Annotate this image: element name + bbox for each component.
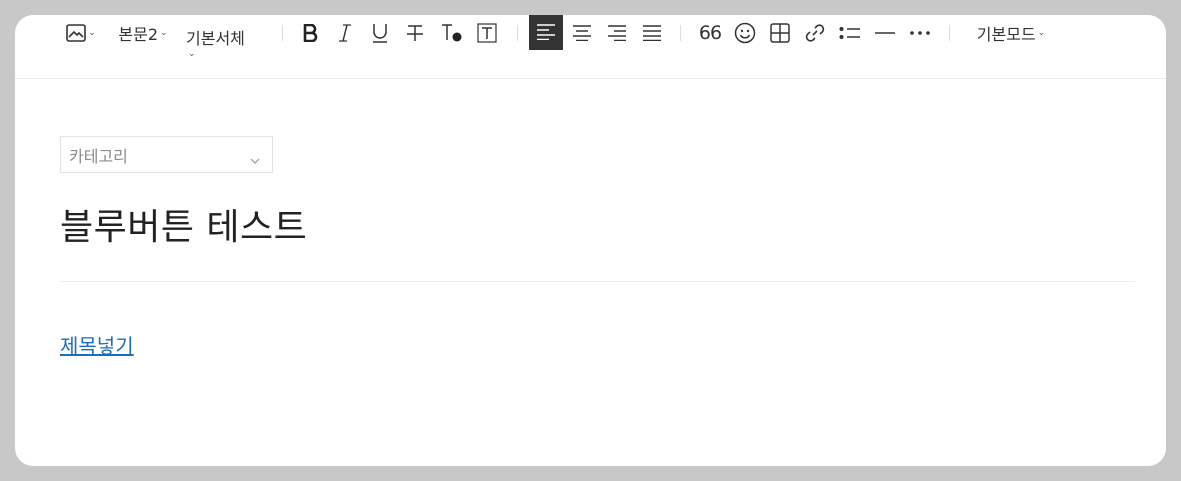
- editor-window: ⌄ 본문2 ⌄ 기본서체 ⌄ 66 기본모드 ⌄ 카테고리 블루버튼 테스트 제…: [15, 15, 1166, 466]
- category-select[interactable]: 카테고리: [60, 136, 273, 173]
- align-center-button[interactable]: [569, 18, 595, 48]
- italic-button[interactable]: [333, 18, 357, 48]
- bullet-list-button[interactable]: [837, 18, 863, 48]
- link-icon: [804, 22, 826, 44]
- font-family-label: 기본서체: [186, 29, 245, 48]
- text-background-button[interactable]: [475, 18, 499, 48]
- image-icon: [66, 24, 87, 42]
- link-button[interactable]: [802, 18, 828, 48]
- insert-image-button[interactable]: ⌄: [63, 18, 99, 48]
- table-button[interactable]: [767, 18, 793, 48]
- underline-icon: [371, 23, 389, 43]
- chevron-down-icon: ⌄: [1037, 28, 1046, 38]
- title-divider: [60, 281, 1135, 282]
- chevron-down-icon: ⌄: [188, 49, 196, 59]
- toolbar-separator: [282, 25, 283, 41]
- strikethrough-button[interactable]: [403, 18, 427, 48]
- paragraph-style-label: 본문2: [118, 25, 159, 44]
- font-family-select[interactable]: 기본서체 ⌄: [186, 18, 254, 59]
- bold-icon: [302, 24, 318, 42]
- underline-button[interactable]: [368, 18, 392, 48]
- text-color-icon: [440, 23, 462, 43]
- toolbar-separator: [517, 25, 518, 41]
- table-icon: [770, 23, 790, 43]
- body-link[interactable]: 제목넣기: [60, 330, 134, 359]
- align-center-icon: [572, 25, 592, 41]
- toolbar-separator: [949, 25, 950, 41]
- align-justify-button[interactable]: [639, 18, 665, 48]
- editor-mode-label: 기본모드: [976, 25, 1036, 44]
- paragraph-style-select[interactable]: 본문2 ⌄: [115, 18, 171, 48]
- smile-icon: [734, 22, 756, 44]
- chevron-down-icon: [250, 149, 260, 168]
- chevron-down-icon: ⌄: [160, 28, 168, 38]
- align-justify-icon: [642, 25, 662, 41]
- post-title-input[interactable]: 블루버튼 테스트: [60, 198, 307, 250]
- divider-button[interactable]: [872, 18, 898, 48]
- more-icon: [909, 30, 931, 36]
- text-color-button[interactable]: [438, 18, 464, 48]
- chevron-down-icon: ⌄: [88, 28, 96, 38]
- align-left-icon: [536, 24, 556, 40]
- align-right-button[interactable]: [604, 18, 630, 48]
- strikethrough-icon: [406, 24, 424, 42]
- text-background-icon: [477, 23, 497, 43]
- align-left-button[interactable]: [529, 15, 563, 50]
- align-right-icon: [607, 25, 627, 41]
- editor-toolbar: ⌄ 본문2 ⌄ 기본서체 ⌄ 66 기본모드 ⌄: [15, 15, 1166, 79]
- editor-mode-select[interactable]: 기본모드 ⌄: [971, 18, 1051, 48]
- quote-icon: 66: [698, 22, 722, 44]
- toolbar-separator: [680, 25, 681, 41]
- more-button[interactable]: [907, 18, 933, 48]
- emoji-button[interactable]: [732, 18, 758, 48]
- italic-icon: [338, 24, 352, 42]
- bold-button[interactable]: [298, 18, 322, 48]
- horizontal-line-icon: [875, 31, 895, 35]
- list-icon: [839, 25, 861, 41]
- quote-button[interactable]: 66: [696, 18, 724, 48]
- category-placeholder: 카테고리: [69, 146, 128, 166]
